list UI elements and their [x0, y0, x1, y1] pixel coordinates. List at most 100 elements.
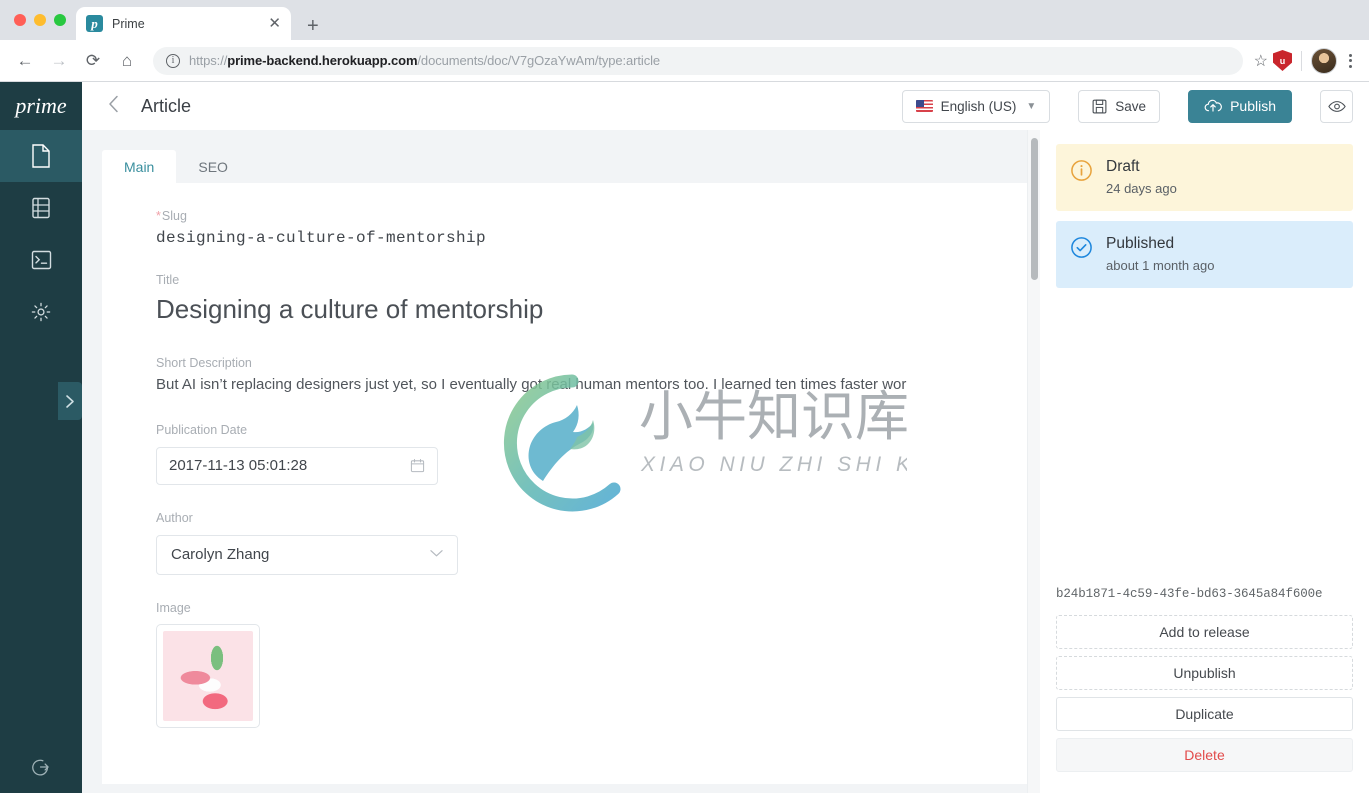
status-card-published: Published about 1 month ago: [1056, 221, 1353, 288]
extension-shield-icon[interactable]: u: [1273, 50, 1292, 71]
status-time: about 1 month ago: [1106, 258, 1215, 273]
status-card-draft: Draft 24 days ago: [1056, 144, 1353, 211]
window-controls: [12, 0, 76, 40]
delete-button[interactable]: Delete: [1056, 738, 1353, 772]
publication-date-input[interactable]: 2017-11-13 05:01:28: [156, 446, 438, 485]
address-bar[interactable]: i https://prime-backend.herokuapp.com/do…: [153, 46, 1243, 75]
main-column: Article English (US) ▼ Save Publish Main…: [82, 82, 1369, 793]
browser-toolbar: ← → ⟳ ⌂ i https://prime-backend.herokuap…: [0, 40, 1369, 82]
left-sidebar: prime: [0, 82, 82, 793]
publish-label: Publish: [1230, 98, 1276, 114]
right-panel: Draft 24 days ago Published about 1 mont…: [1040, 130, 1369, 793]
status-published-text: Published about 1 month ago: [1106, 235, 1214, 273]
document-id: b24b1871-4c59-43fe-bd63-3645a84f600e: [1056, 587, 1323, 601]
check-circle-icon: [1070, 236, 1093, 264]
document-icon: [32, 144, 50, 168]
page-title: Article: [141, 95, 192, 116]
status-time: 24 days ago: [1106, 181, 1177, 196]
sidebar-item-console[interactable]: [0, 234, 82, 286]
short-description-label: Short Description: [156, 355, 252, 370]
back-button[interactable]: [100, 95, 127, 117]
gear-icon: [31, 302, 51, 322]
short-description-input[interactable]: But AI isn’t replacing designers just ye…: [156, 376, 987, 393]
image-thumbnail[interactable]: [156, 623, 260, 728]
calendar-icon[interactable]: [410, 458, 425, 473]
chevron-down-icon: [430, 549, 443, 561]
close-window-button[interactable]: [14, 14, 26, 26]
editor-scrollbar[interactable]: [1027, 130, 1040, 793]
preview-button[interactable]: [1320, 89, 1353, 123]
language-label: English (US): [940, 98, 1017, 114]
panel-spacer: [1056, 298, 1353, 587]
toolbar-actions: ☆ u: [1254, 47, 1359, 74]
reload-icon[interactable]: ⟳: [78, 46, 108, 76]
tab-title: Prime: [112, 16, 145, 31]
sidebar-item-collections[interactable]: [0, 182, 82, 234]
maximize-window-button[interactable]: [54, 14, 66, 26]
chrome-menu-icon[interactable]: [1342, 50, 1359, 72]
add-to-release-button[interactable]: Add to release: [1056, 615, 1353, 649]
app-header: Article English (US) ▼ Save Publish: [82, 82, 1369, 130]
publish-button[interactable]: Publish: [1188, 89, 1292, 123]
favicon-icon: p: [86, 15, 103, 32]
browser-tab[interactable]: p Prime ✕: [76, 7, 291, 40]
save-label: Save: [1115, 98, 1147, 114]
chevron-down-icon: ▼: [1026, 100, 1037, 112]
duplicate-button[interactable]: Duplicate: [1056, 697, 1353, 731]
publication-date-value: 2017-11-13 05:01:28: [169, 457, 308, 474]
home-icon[interactable]: ⌂: [112, 46, 142, 76]
language-selector[interactable]: English (US) ▼: [901, 89, 1051, 123]
scrollbar-thumb[interactable]: [1031, 138, 1038, 280]
chevron-right-icon: [65, 394, 74, 408]
field-author: Author Carolyn Zhang: [156, 511, 987, 575]
close-icon[interactable]: ✕: [268, 16, 281, 31]
cloud-upload-icon: [1204, 99, 1222, 112]
site-info-icon[interactable]: i: [166, 53, 180, 68]
url-text: https://prime-backend.herokuapp.com/docu…: [189, 53, 661, 68]
browser-window: p Prime ✕ + ← → ⟳ ⌂ i https://prime-back…: [0, 0, 1369, 793]
browser-tabstrip: p Prime ✕ +: [0, 0, 1369, 40]
info-circle-icon: [1070, 159, 1093, 187]
sidebar-expand-button[interactable]: [58, 382, 82, 420]
field-publication-date: Publication Date 2017-11-13 05:01:28: [156, 423, 987, 485]
profile-avatar[interactable]: [1311, 47, 1337, 74]
field-slug: *Slug designing-a-culture-of-mentorship: [156, 209, 987, 247]
status-draft-text: Draft 24 days ago: [1106, 158, 1177, 196]
sidebar-item-settings[interactable]: [0, 286, 82, 338]
app-logo: prime: [15, 93, 67, 118]
title-input[interactable]: Designing a culture of mentorship: [156, 293, 987, 326]
image-preview: [163, 630, 253, 721]
author-label: Author: [156, 510, 193, 525]
forward-icon[interactable]: →: [44, 46, 74, 76]
slug-input[interactable]: designing-a-culture-of-mentorship: [156, 229, 987, 247]
bookmark-star-icon[interactable]: ☆: [1254, 51, 1268, 71]
new-tab-button[interactable]: +: [307, 16, 319, 36]
sidebar-item-documents[interactable]: [0, 130, 82, 182]
field-title: Title Designing a culture of mentorship: [156, 273, 987, 326]
document-editor: Main SEO *Slug designing-a-culture-of-me…: [82, 130, 1027, 793]
back-icon[interactable]: ←: [10, 46, 40, 76]
floppy-disk-icon: [1092, 99, 1107, 113]
eye-icon: [1327, 100, 1346, 112]
us-flag-icon: [915, 100, 933, 112]
unpublish-button[interactable]: Unpublish: [1056, 656, 1353, 690]
title-label: Title: [156, 273, 180, 287]
author-value: Carolyn Zhang: [171, 546, 270, 563]
field-short-description: Short Description But AI isn’t replacing…: [156, 356, 987, 393]
author-select[interactable]: Carolyn Zhang: [156, 534, 458, 575]
required-asterisk: *: [156, 209, 161, 223]
image-label: Image: [156, 600, 191, 615]
minimize-window-button[interactable]: [34, 14, 46, 26]
tab-seo[interactable]: SEO: [176, 150, 250, 183]
content-area: Main SEO *Slug designing-a-culture-of-me…: [82, 130, 1369, 793]
toolbar-divider: [1301, 50, 1302, 71]
editor-tabs: Main SEO: [102, 150, 1027, 183]
chevron-left-icon: [109, 95, 118, 113]
status-title: Draft: [1106, 158, 1140, 175]
database-icon: [32, 197, 50, 219]
terminal-icon: [31, 250, 51, 270]
logout-button[interactable]: [0, 741, 82, 793]
save-button[interactable]: Save: [1078, 89, 1161, 123]
tab-main[interactable]: Main: [102, 150, 177, 183]
status-title: Published: [1106, 235, 1175, 252]
